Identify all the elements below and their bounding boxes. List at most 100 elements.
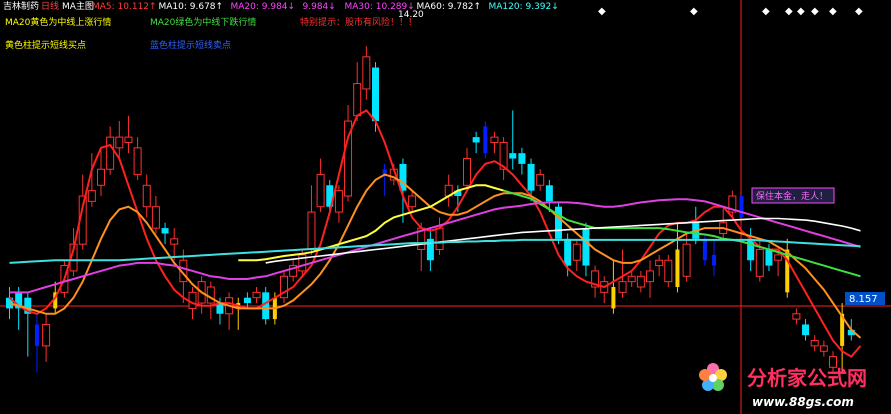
ma-readout: MA20: 9.984↓ — [231, 2, 296, 12]
candle-body — [334, 190, 343, 213]
candle-body — [372, 67, 379, 122]
candle-body — [536, 174, 545, 186]
candle-body — [739, 196, 744, 218]
candle-body — [618, 281, 627, 293]
candle — [472, 131, 480, 154]
note-special: 特别提示：股市有风险！！！ — [300, 16, 417, 28]
candle-body — [636, 275, 645, 288]
ma-readouts: MA5: 10.112↑ MA10: 9.678↑ MA20: 9.984↓ 9.98… — [92, 2, 559, 12]
stock-name: 吉林制药 — [3, 0, 39, 12]
candle — [518, 147, 526, 175]
candle-body — [655, 259, 664, 267]
candle-body — [555, 206, 562, 239]
candle — [197, 276, 206, 314]
candle — [170, 228, 179, 261]
svg-text:◆: ◆ — [797, 6, 805, 17]
candle — [582, 222, 590, 277]
candle-body — [252, 291, 261, 299]
candle — [611, 260, 616, 314]
candle — [34, 313, 39, 373]
candle — [289, 260, 298, 282]
candle — [444, 174, 453, 207]
candle — [334, 185, 343, 223]
candle — [151, 196, 160, 234]
candle — [810, 335, 819, 352]
candle — [236, 297, 241, 330]
ma-readout: 9.984↓ — [303, 2, 336, 12]
candle-body — [362, 56, 371, 90]
candle — [344, 105, 353, 202]
candle-body — [572, 243, 581, 261]
candle — [225, 292, 234, 330]
candle — [142, 174, 151, 218]
candle-body — [702, 238, 707, 261]
note-yellow-bar: 黄色柱提示短线买点 — [5, 39, 86, 51]
candle — [362, 46, 371, 100]
candle — [792, 308, 801, 325]
candle-body — [712, 254, 717, 266]
candle — [353, 62, 362, 122]
candle — [785, 238, 790, 298]
ma-readout: MA60: 9.782↑ — [417, 2, 482, 12]
candle — [664, 254, 673, 287]
candle — [636, 270, 645, 293]
candle — [206, 281, 215, 320]
candle-body — [483, 126, 488, 154]
svg-text:◆: ◆ — [690, 6, 698, 17]
candle — [509, 110, 517, 170]
candle — [426, 228, 434, 271]
candle — [802, 319, 810, 341]
candle-body — [435, 227, 444, 251]
candle — [124, 115, 133, 154]
candle — [161, 222, 169, 245]
candle — [499, 137, 508, 180]
callout-box: 保住本金，走人！ — [751, 187, 835, 204]
flower-logo-icon — [699, 363, 727, 391]
candle-body — [408, 195, 417, 208]
candle-body — [133, 147, 142, 176]
candle-body — [353, 83, 362, 117]
candle-body — [527, 163, 535, 191]
ma-readout: MA10: 9.678↑ — [159, 2, 224, 12]
candle-body — [243, 297, 251, 304]
candle — [591, 265, 600, 298]
candle-body — [151, 206, 160, 229]
candle — [24, 292, 32, 357]
candle — [692, 206, 700, 245]
candle-body — [646, 270, 654, 283]
candlestick-chart[interactable]: 吉林制药 日线 MA主图 MA5: 10.112↑ MA10: 9.678↑ MA2… — [0, 0, 891, 414]
candle-body — [161, 228, 169, 234]
note-blue-bar: 蓝色柱提示短线卖点 — [150, 39, 231, 51]
candle-body — [765, 249, 773, 266]
candle-body — [262, 292, 270, 320]
candle-body — [490, 136, 499, 143]
candle — [382, 163, 387, 196]
ma-readout: MA5: 10.112↑ — [92, 2, 157, 12]
note-ma20-up: MA20黄色为中线上涨行情 — [5, 16, 111, 28]
candle — [316, 158, 325, 213]
svg-text:◆: ◆ — [855, 6, 863, 17]
svg-text:◆: ◆ — [762, 6, 770, 17]
candle — [555, 201, 562, 245]
candle-body — [675, 249, 680, 287]
candle — [78, 174, 87, 250]
candle-body — [472, 137, 480, 143]
indicator-name[interactable]: MA主图 — [62, 0, 94, 12]
ma-readout: MA120: 9.392↓ — [489, 2, 559, 12]
period-label[interactable]: 日线 — [41, 0, 59, 12]
signal-markers: ◆ ◆ ◆ ◆ ◆ ◆ ◆ ◆ — [598, 6, 863, 17]
candle — [702, 233, 707, 266]
candle-body — [564, 238, 572, 266]
candle-body — [755, 249, 764, 277]
candle — [463, 147, 471, 191]
watermark: 分析家公式网 www.88gs.com — [699, 363, 867, 409]
last-price-text: 8.157 — [849, 294, 878, 305]
svg-text:◆: ◆ — [598, 6, 606, 17]
candle — [675, 222, 680, 293]
candle-body — [188, 291, 197, 309]
ma-line-ma120 — [9, 238, 861, 264]
candle-body — [307, 211, 316, 251]
svg-text:◆: ◆ — [811, 6, 819, 17]
candle — [252, 287, 261, 304]
svg-text:◆: ◆ — [829, 6, 837, 17]
